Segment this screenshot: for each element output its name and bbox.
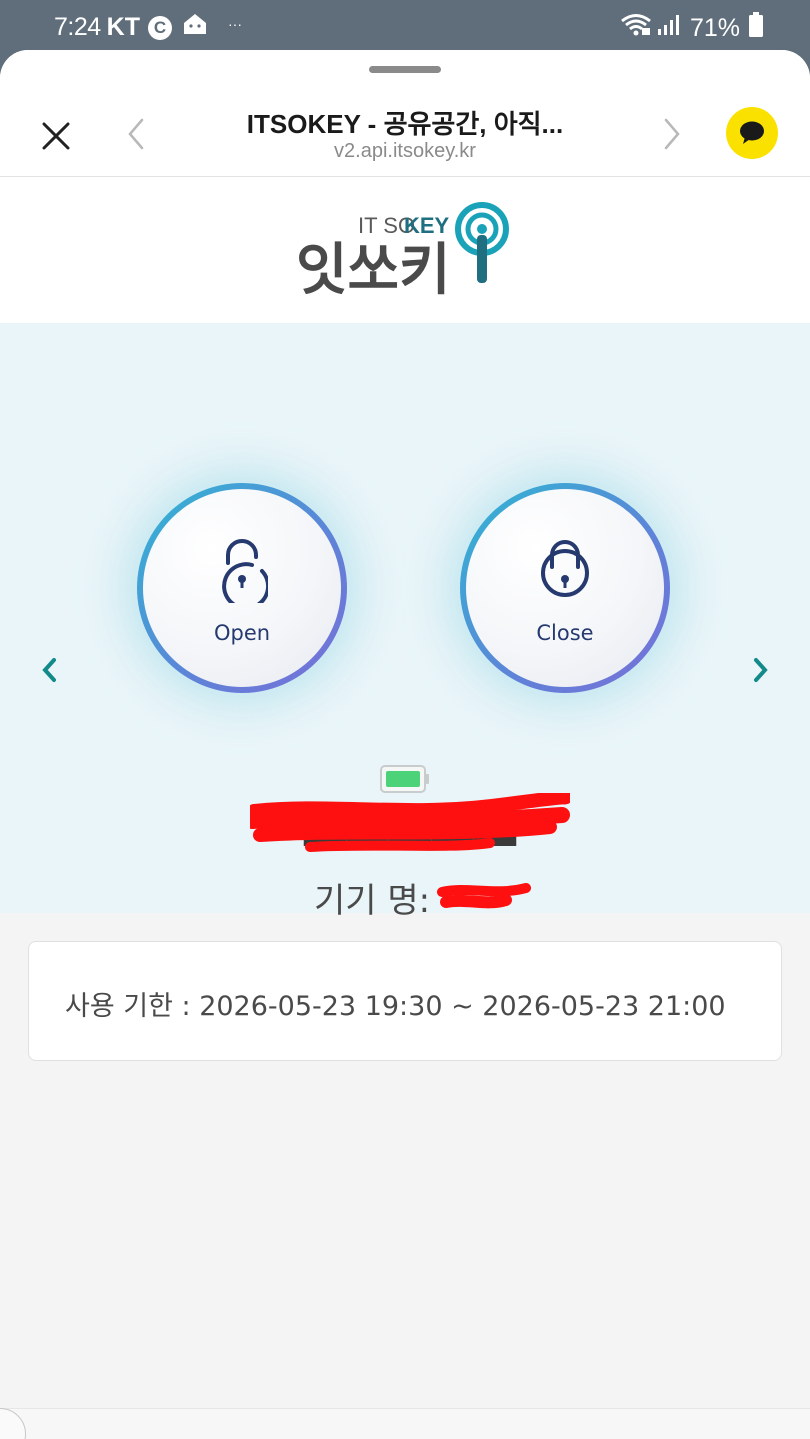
status-bar: 7:24 KT C ··· 71%	[0, 0, 810, 50]
usage-period-card: 사용 기한 : 2026-05-23 19:30 ~ 2026-05-23 21…	[28, 941, 782, 1061]
device-redaction-scribble	[437, 882, 532, 908]
close-button-label: Close	[536, 621, 594, 645]
back-button[interactable]	[122, 114, 152, 154]
close-door-button[interactable]: Close	[460, 483, 670, 693]
chevron-right-icon	[754, 658, 768, 682]
door-control-panel: Open Close ██████████ 기기 명:	[0, 323, 810, 921]
chevron-left-icon	[42, 658, 56, 682]
close-button[interactable]	[36, 116, 76, 156]
itsokey-logo: IT SO KEY 잇쏘키	[296, 202, 509, 303]
home-app-icon	[182, 12, 208, 43]
usage-period-text: 사용 기한 : 2026-05-23 19:30 ~ 2026-05-23 21…	[65, 991, 726, 1022]
signal-icon	[656, 13, 682, 44]
drag-handle[interactable]	[369, 66, 441, 73]
page-url: v2.api.itsokey.kr	[334, 140, 476, 162]
locked-padlock-icon	[541, 540, 590, 597]
svg-text:잇쏘키: 잇쏘키	[296, 238, 451, 303]
kakaotalk-icon	[740, 121, 764, 144]
browser-toolbar: ITSOKEY - 공유공간, 아직... v2.api.itsokey.kr	[0, 50, 810, 177]
close-button-face: Close	[466, 489, 664, 687]
status-right: 71%	[620, 12, 764, 45]
device-name-label: 기기 명:	[314, 881, 431, 921]
chevron-right-icon	[664, 118, 680, 150]
svg-text:KEY: KEY	[404, 213, 450, 238]
open-button-face: Open	[143, 489, 341, 687]
page-title: ITSOKEY - 공유공간, 아직...	[246, 109, 564, 139]
forward-button[interactable]	[656, 114, 686, 154]
status-left: 7:24 KT C ···	[54, 12, 242, 43]
battery-percent: 71%	[689, 14, 740, 42]
in-app-browser-sheet: ITSOKEY - 공유공간, 아직... v2.api.itsokey.kr …	[0, 50, 810, 1439]
status-more-indicator: ···	[228, 15, 242, 32]
open-button-label: Open	[213, 621, 271, 645]
unlocked-padlock-icon	[222, 539, 268, 603]
status-carrier: KT	[106, 13, 140, 41]
close-icon	[42, 122, 70, 150]
prev-device-button[interactable]	[38, 655, 62, 685]
next-device-button[interactable]	[748, 655, 772, 685]
device-battery-icon	[380, 765, 429, 793]
status-time: 7:24	[54, 13, 101, 41]
kakaotalk-share-button[interactable]	[726, 107, 778, 159]
device-name-row: 기기 명:	[314, 873, 532, 922]
open-door-button[interactable]: Open	[137, 483, 347, 693]
site-header: IT SO KEY 잇쏘키	[0, 177, 810, 323]
battery-icon	[748, 12, 764, 45]
wifi-icon	[620, 13, 652, 44]
bottom-bar	[0, 1408, 810, 1439]
c-badge-icon: C	[148, 15, 172, 40]
redaction-scribble	[250, 793, 570, 852]
chevron-left-icon	[128, 118, 144, 150]
